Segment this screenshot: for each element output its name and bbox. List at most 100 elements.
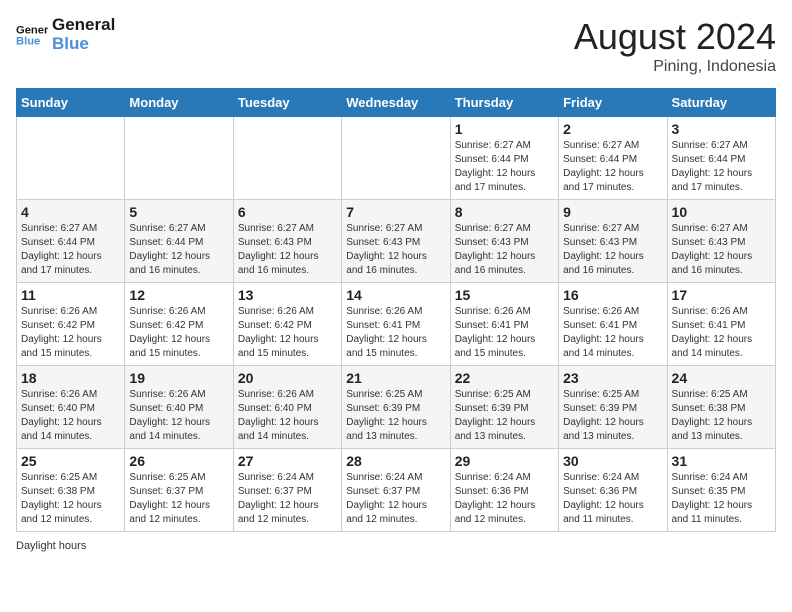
calendar-cell: 31 Sunrise: 6:24 AMSunset: 6:35 PMDaylig… — [667, 449, 775, 532]
calendar-cell: 8 Sunrise: 6:27 AMSunset: 6:43 PMDayligh… — [450, 200, 558, 283]
day-number: 27 — [238, 453, 337, 469]
day-number: 11 — [21, 287, 120, 303]
calendar-cell: 7 Sunrise: 6:27 AMSunset: 6:43 PMDayligh… — [342, 200, 450, 283]
calendar-body: 1 Sunrise: 6:27 AMSunset: 6:44 PMDayligh… — [17, 117, 776, 532]
calendar-cell: 14 Sunrise: 6:26 AMSunset: 6:41 PMDaylig… — [342, 283, 450, 366]
weekday-header: Monday — [125, 89, 233, 117]
day-number: 9 — [563, 204, 662, 220]
logo: General Blue General Blue — [16, 16, 115, 53]
day-number: 6 — [238, 204, 337, 220]
day-number: 1 — [455, 121, 554, 137]
calendar-cell — [342, 117, 450, 200]
calendar-week-row: 25 Sunrise: 6:25 AMSunset: 6:38 PMDaylig… — [17, 449, 776, 532]
weekday-header: Sunday — [17, 89, 125, 117]
day-detail: Sunrise: 6:27 AMSunset: 6:44 PMDaylight:… — [672, 140, 753, 193]
page-header: General Blue General Blue August 2024 Pi… — [16, 16, 776, 76]
calendar-cell: 12 Sunrise: 6:26 AMSunset: 6:42 PMDaylig… — [125, 283, 233, 366]
calendar-cell: 10 Sunrise: 6:27 AMSunset: 6:43 PMDaylig… — [667, 200, 775, 283]
calendar-cell: 27 Sunrise: 6:24 AMSunset: 6:37 PMDaylig… — [233, 449, 341, 532]
day-detail: Sunrise: 6:27 AMSunset: 6:43 PMDaylight:… — [672, 223, 753, 276]
day-number: 19 — [129, 370, 228, 386]
day-detail: Sunrise: 6:26 AMSunset: 6:41 PMDaylight:… — [672, 306, 753, 359]
day-detail: Sunrise: 6:25 AMSunset: 6:39 PMDaylight:… — [455, 389, 536, 442]
day-detail: Sunrise: 6:26 AMSunset: 6:42 PMDaylight:… — [238, 306, 319, 359]
day-detail: Sunrise: 6:24 AMSunset: 6:36 PMDaylight:… — [455, 472, 536, 525]
footer-note: Daylight hours — [16, 540, 776, 552]
calendar-cell: 26 Sunrise: 6:25 AMSunset: 6:37 PMDaylig… — [125, 449, 233, 532]
day-number: 24 — [672, 370, 771, 386]
day-number: 4 — [21, 204, 120, 220]
calendar-cell: 2 Sunrise: 6:27 AMSunset: 6:44 PMDayligh… — [559, 117, 667, 200]
day-number: 20 — [238, 370, 337, 386]
day-detail: Sunrise: 6:27 AMSunset: 6:43 PMDaylight:… — [455, 223, 536, 276]
calendar-cell: 15 Sunrise: 6:26 AMSunset: 6:41 PMDaylig… — [450, 283, 558, 366]
calendar-cell: 4 Sunrise: 6:27 AMSunset: 6:44 PMDayligh… — [17, 200, 125, 283]
logo-icon: General Blue — [16, 19, 48, 51]
weekday-header-row: SundayMondayTuesdayWednesdayThursdayFrid… — [17, 89, 776, 117]
day-detail: Sunrise: 6:26 AMSunset: 6:42 PMDaylight:… — [129, 306, 210, 359]
day-detail: Sunrise: 6:25 AMSunset: 6:38 PMDaylight:… — [21, 472, 102, 525]
day-detail: Sunrise: 6:27 AMSunset: 6:44 PMDaylight:… — [563, 140, 644, 193]
day-number: 21 — [346, 370, 445, 386]
calendar-cell: 3 Sunrise: 6:27 AMSunset: 6:44 PMDayligh… — [667, 117, 775, 200]
calendar-cell: 5 Sunrise: 6:27 AMSunset: 6:44 PMDayligh… — [125, 200, 233, 283]
day-number: 5 — [129, 204, 228, 220]
day-detail: Sunrise: 6:24 AMSunset: 6:36 PMDaylight:… — [563, 472, 644, 525]
day-detail: Sunrise: 6:26 AMSunset: 6:40 PMDaylight:… — [129, 389, 210, 442]
calendar-cell: 29 Sunrise: 6:24 AMSunset: 6:36 PMDaylig… — [450, 449, 558, 532]
day-number: 25 — [21, 453, 120, 469]
calendar-week-row: 1 Sunrise: 6:27 AMSunset: 6:44 PMDayligh… — [17, 117, 776, 200]
calendar-cell — [233, 117, 341, 200]
calendar-cell: 9 Sunrise: 6:27 AMSunset: 6:43 PMDayligh… — [559, 200, 667, 283]
logo-blue-text: Blue — [52, 35, 115, 54]
calendar-table: SundayMondayTuesdayWednesdayThursdayFrid… — [16, 88, 776, 532]
day-number: 22 — [455, 370, 554, 386]
day-detail: Sunrise: 6:25 AMSunset: 6:37 PMDaylight:… — [129, 472, 210, 525]
calendar-cell: 6 Sunrise: 6:27 AMSunset: 6:43 PMDayligh… — [233, 200, 341, 283]
day-detail: Sunrise: 6:25 AMSunset: 6:39 PMDaylight:… — [563, 389, 644, 442]
weekday-header: Thursday — [450, 89, 558, 117]
calendar-cell: 16 Sunrise: 6:26 AMSunset: 6:41 PMDaylig… — [559, 283, 667, 366]
calendar-cell: 11 Sunrise: 6:26 AMSunset: 6:42 PMDaylig… — [17, 283, 125, 366]
location-subtitle: Pining, Indonesia — [574, 58, 776, 76]
day-detail: Sunrise: 6:26 AMSunset: 6:41 PMDaylight:… — [563, 306, 644, 359]
day-detail: Sunrise: 6:26 AMSunset: 6:42 PMDaylight:… — [21, 306, 102, 359]
day-number: 17 — [672, 287, 771, 303]
day-number: 13 — [238, 287, 337, 303]
calendar-cell: 22 Sunrise: 6:25 AMSunset: 6:39 PMDaylig… — [450, 366, 558, 449]
calendar-week-row: 4 Sunrise: 6:27 AMSunset: 6:44 PMDayligh… — [17, 200, 776, 283]
day-detail: Sunrise: 6:27 AMSunset: 6:43 PMDaylight:… — [346, 223, 427, 276]
calendar-cell: 28 Sunrise: 6:24 AMSunset: 6:37 PMDaylig… — [342, 449, 450, 532]
calendar-cell: 21 Sunrise: 6:25 AMSunset: 6:39 PMDaylig… — [342, 366, 450, 449]
calendar-cell: 25 Sunrise: 6:25 AMSunset: 6:38 PMDaylig… — [17, 449, 125, 532]
calendar-cell: 17 Sunrise: 6:26 AMSunset: 6:41 PMDaylig… — [667, 283, 775, 366]
calendar-cell — [125, 117, 233, 200]
day-detail: Sunrise: 6:27 AMSunset: 6:43 PMDaylight:… — [238, 223, 319, 276]
day-number: 23 — [563, 370, 662, 386]
calendar-cell: 30 Sunrise: 6:24 AMSunset: 6:36 PMDaylig… — [559, 449, 667, 532]
day-detail: Sunrise: 6:24 AMSunset: 6:35 PMDaylight:… — [672, 472, 753, 525]
calendar-cell: 23 Sunrise: 6:25 AMSunset: 6:39 PMDaylig… — [559, 366, 667, 449]
day-number: 3 — [672, 121, 771, 137]
day-number: 31 — [672, 453, 771, 469]
calendar-cell: 24 Sunrise: 6:25 AMSunset: 6:38 PMDaylig… — [667, 366, 775, 449]
calendar-cell: 1 Sunrise: 6:27 AMSunset: 6:44 PMDayligh… — [450, 117, 558, 200]
calendar-cell — [17, 117, 125, 200]
day-detail: Sunrise: 6:26 AMSunset: 6:41 PMDaylight:… — [346, 306, 427, 359]
day-detail: Sunrise: 6:24 AMSunset: 6:37 PMDaylight:… — [238, 472, 319, 525]
day-detail: Sunrise: 6:24 AMSunset: 6:37 PMDaylight:… — [346, 472, 427, 525]
day-detail: Sunrise: 6:25 AMSunset: 6:39 PMDaylight:… — [346, 389, 427, 442]
day-detail: Sunrise: 6:26 AMSunset: 6:40 PMDaylight:… — [238, 389, 319, 442]
title-area: August 2024 Pining, Indonesia — [574, 16, 776, 76]
calendar-week-row: 11 Sunrise: 6:26 AMSunset: 6:42 PMDaylig… — [17, 283, 776, 366]
calendar-cell: 20 Sunrise: 6:26 AMSunset: 6:40 PMDaylig… — [233, 366, 341, 449]
month-year-title: August 2024 — [574, 16, 776, 58]
calendar-week-row: 18 Sunrise: 6:26 AMSunset: 6:40 PMDaylig… — [17, 366, 776, 449]
calendar-cell: 19 Sunrise: 6:26 AMSunset: 6:40 PMDaylig… — [125, 366, 233, 449]
day-number: 15 — [455, 287, 554, 303]
weekday-header: Tuesday — [233, 89, 341, 117]
day-number: 8 — [455, 204, 554, 220]
calendar-cell: 18 Sunrise: 6:26 AMSunset: 6:40 PMDaylig… — [17, 366, 125, 449]
day-number: 10 — [672, 204, 771, 220]
day-number: 30 — [563, 453, 662, 469]
